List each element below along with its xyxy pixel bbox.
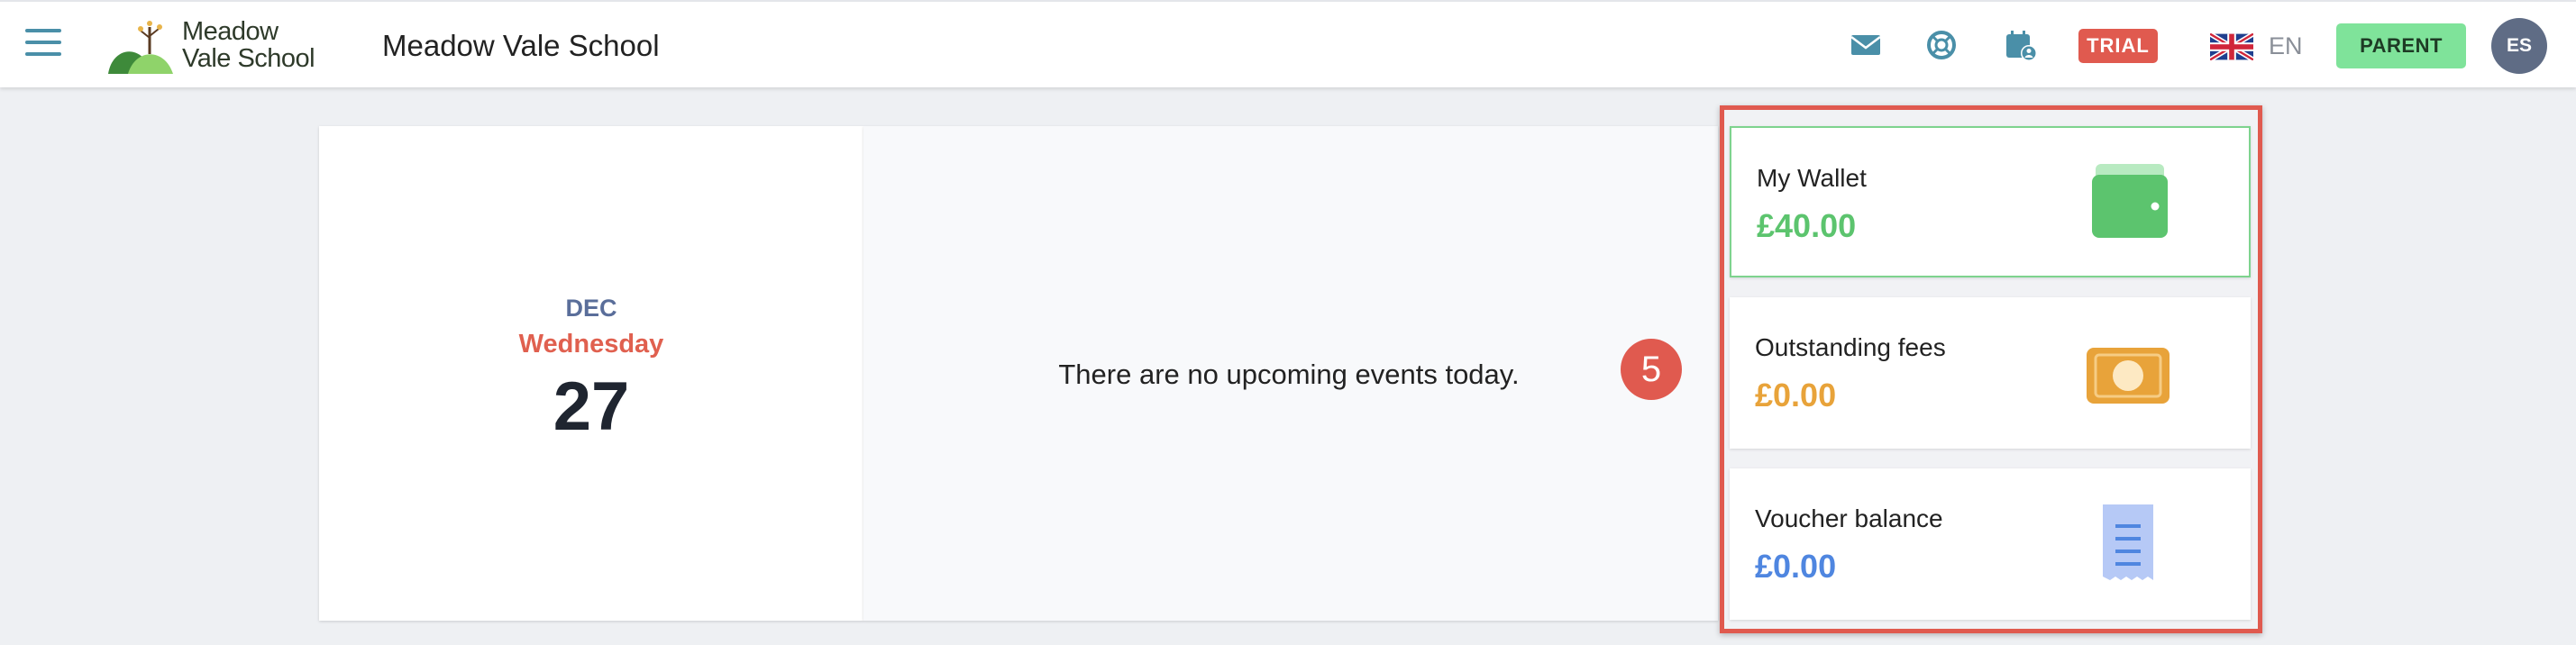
logo-hills-icon [108, 21, 173, 74]
user-avatar[interactable]: ES [2491, 18, 2547, 74]
logo-text: Meadow Vale School [182, 17, 315, 73]
language-selector[interactable]: EN [2269, 32, 2303, 60]
calendar-user-icon[interactable] [2003, 27, 2039, 63]
voucher-balance-value: £0.00 [1755, 548, 1837, 585]
wallet-card[interactable]: My Wallet £40.00 [1730, 126, 2251, 277]
wallet-label: My Wallet [1757, 164, 1867, 192]
top-navigation-bar: Meadow Vale School Meadow Vale School TR… [0, 0, 2576, 87]
voucher-balance-label: Voucher balance [1755, 504, 1943, 532]
date-month: DEC [565, 295, 617, 322]
no-events-message: There are no upcoming events today. [1058, 359, 1520, 390]
menu-icon[interactable] [25, 29, 61, 59]
mail-icon[interactable] [1848, 27, 1884, 63]
outstanding-fees-card[interactable]: Outstanding fees £0.00 [1730, 297, 2251, 449]
receipt-icon [2083, 503, 2173, 584]
school-name-title: Meadow Vale School [382, 29, 660, 62]
voucher-balance-card[interactable]: Voucher balance £0.00 [1730, 468, 2251, 620]
parent-role-button[interactable]: PARENT [2336, 23, 2466, 68]
outstanding-fees-value: £0.00 [1755, 377, 1837, 413]
date-day-number: 27 [553, 368, 630, 445]
trial-badge: TRIAL [2078, 29, 2158, 63]
date-panel: DEC Wednesday 27 [319, 126, 863, 621]
step-number-badge: 5 [1621, 339, 1682, 400]
support-icon[interactable] [1923, 27, 1959, 63]
wallet-icon [2085, 162, 2175, 243]
outstanding-fees-label: Outstanding fees [1755, 333, 1946, 361]
uk-flag-icon[interactable] [2208, 32, 2255, 62]
banknote-icon [2083, 332, 2173, 413]
wallet-value: £40.00 [1757, 207, 1857, 244]
date-weekday: Wednesday [518, 330, 664, 359]
school-logo[interactable]: Meadow Vale School [108, 18, 324, 74]
events-panel: There are no upcoming events today. [863, 126, 1718, 621]
